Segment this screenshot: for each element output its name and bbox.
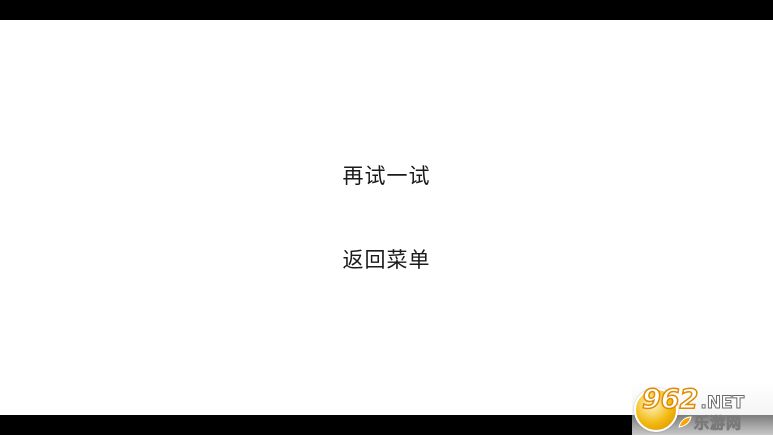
logo-digits: 962 bbox=[641, 383, 699, 416]
return-to-menu-button[interactable]: 返回菜单 bbox=[0, 246, 773, 274]
leaf-icon bbox=[678, 416, 692, 428]
logo-site-name: 乐游网 bbox=[694, 413, 743, 432]
letterbox-top bbox=[0, 0, 773, 20]
logo-net-suffix: .NET bbox=[700, 393, 745, 414]
site-watermark-logo: 962 .NET 乐游网 bbox=[632, 382, 773, 435]
retry-button[interactable]: 再试一试 bbox=[0, 162, 773, 190]
game-screen: 再试一试 返回菜单 962 .NET 乐游网 bbox=[0, 0, 773, 435]
game-over-panel: 再试一试 返回菜单 bbox=[0, 20, 773, 415]
